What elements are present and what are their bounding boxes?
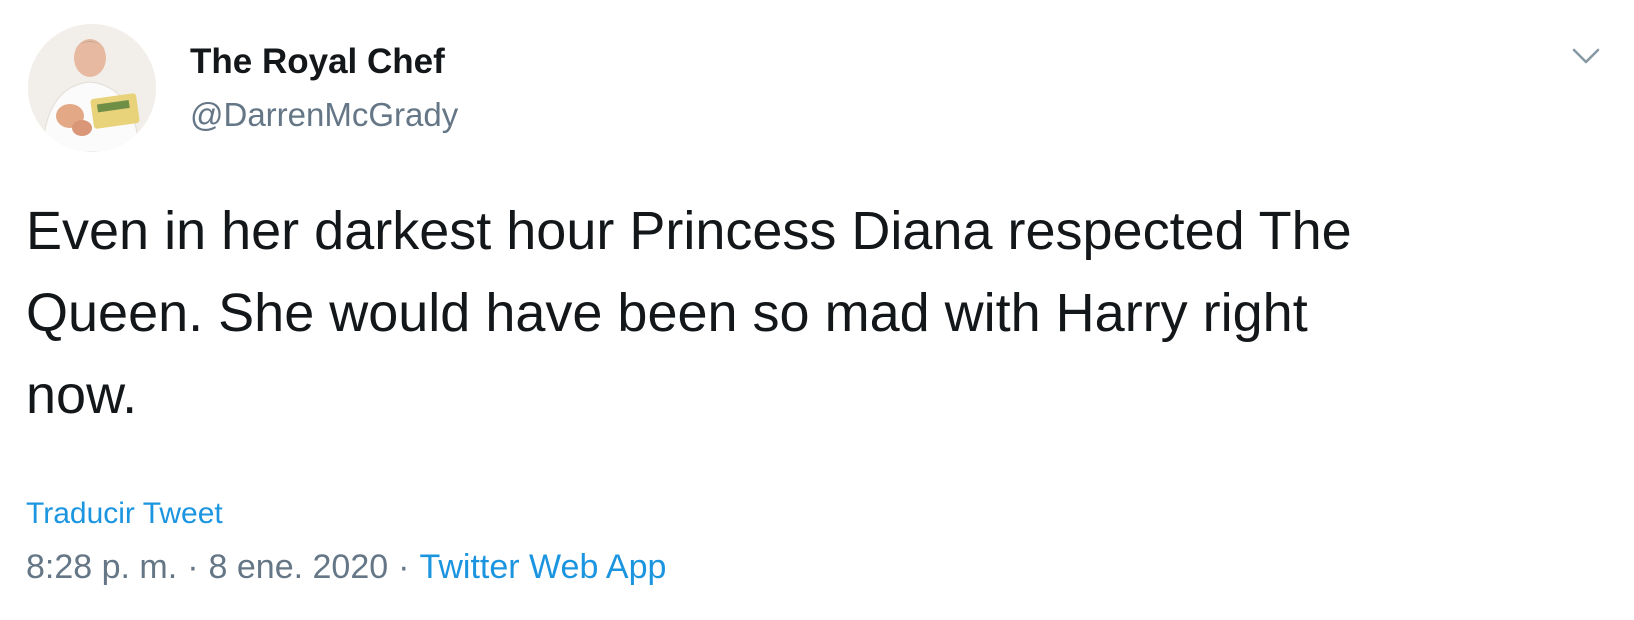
meta-separator: · — [187, 548, 199, 586]
meta-separator: · — [398, 548, 410, 586]
chef-avatar-icon — [28, 24, 156, 152]
tweet-card: The Royal Chef @DarrenMcGrady Even in he… — [0, 0, 1634, 620]
tweet-source-link[interactable]: Twitter Web App — [419, 548, 666, 586]
tweet-metadata: 8:28 p. m. · 8 ene. 2020 · Twitter Web App — [26, 548, 666, 587]
chevron-down-icon[interactable] — [1568, 38, 1604, 74]
author-display-name[interactable]: The Royal Chef — [190, 42, 445, 82]
author-handle[interactable]: @DarrenMcGrady — [190, 96, 458, 134]
tweet-text: Even in her darkest hour Princess Diana … — [26, 201, 1352, 425]
author-avatar[interactable] — [28, 24, 156, 152]
tweet-time[interactable]: 8:28 p. m. — [26, 548, 177, 586]
tweet-date[interactable]: 8 ene. 2020 — [209, 548, 389, 586]
translate-tweet-link[interactable]: Traducir Tweet — [26, 497, 223, 531]
